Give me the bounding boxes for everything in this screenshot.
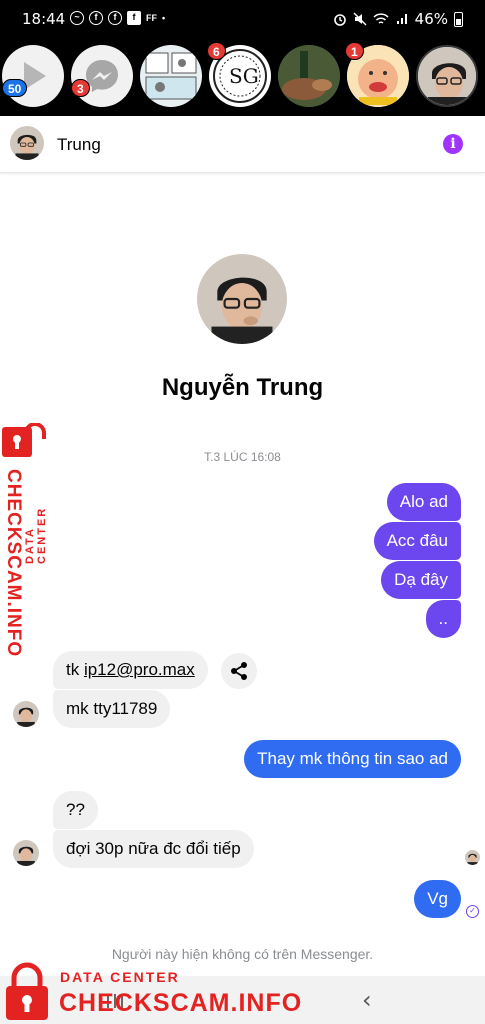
incoming-message[interactable]: mk tty11789 xyxy=(53,690,171,728)
battery-icon xyxy=(454,11,463,27)
wifi-icon xyxy=(373,13,389,24)
share-icon xyxy=(231,662,247,680)
lock-icon xyxy=(6,962,48,1020)
watermark-data-center: DATA CENTER xyxy=(24,506,48,564)
play-store-head[interactable] xyxy=(2,45,64,107)
info-icon[interactable]: i xyxy=(443,134,463,154)
trung-avatar xyxy=(418,47,476,105)
ff-icon: FF xyxy=(146,13,157,23)
watermark-bottom: DATA CENTER CHECKSCAM.INFO xyxy=(0,958,303,1024)
system-icons: 46% xyxy=(333,10,463,28)
svg-text:SG: SG xyxy=(229,64,259,88)
outgoing-message[interactable]: Vg xyxy=(414,880,461,918)
head-badge: 3 xyxy=(71,79,90,97)
outgoing-message[interactable]: Dạ đây xyxy=(381,561,461,599)
outgoing-message[interactable]: Thay mk thông tin sao ad xyxy=(244,740,461,778)
watermark-data-center: DATA CENTER xyxy=(60,969,180,985)
status-bar: 18:44 ~ f f f FF • 46% xyxy=(0,0,485,36)
sender-avatar xyxy=(13,840,39,866)
seen-avatar xyxy=(465,850,480,865)
watermark-checkscam: CHECKSCAM.INFO xyxy=(59,989,303,1017)
comic-image xyxy=(145,52,197,100)
trung-avatar xyxy=(13,840,39,866)
outgoing-message[interactable]: .. xyxy=(425,600,461,638)
message-text: tk xyxy=(66,660,84,679)
watermark-checkscam: CHECKSCAM.INFO xyxy=(3,469,24,658)
trung-avatar xyxy=(10,126,44,160)
alarm-icon xyxy=(333,14,346,26)
head-badge: 50 xyxy=(2,79,28,97)
incoming-message[interactable]: ?? xyxy=(53,791,98,829)
outgoing-message[interactable]: Alo ad xyxy=(386,483,461,521)
messenger-icon: ~ xyxy=(70,11,84,25)
profile-picture xyxy=(197,254,287,344)
profile-name: Nguyễn Trung xyxy=(161,374,324,401)
header-title[interactable]: Trung xyxy=(57,135,101,155)
trung-avatar xyxy=(465,850,480,865)
incoming-message[interactable]: tk ip12@pro.max xyxy=(53,651,208,689)
conversation-header: Trung i xyxy=(0,116,485,173)
play-icon xyxy=(24,62,46,90)
chat-head-trung[interactable] xyxy=(416,45,478,107)
lock-icon xyxy=(2,423,46,457)
incoming-message[interactable]: đợi 30p nữa đc đổi tiếp xyxy=(53,830,254,868)
trung-avatar xyxy=(197,254,287,344)
notification-icons: ~ f f f FF • xyxy=(70,11,165,25)
outgoing-message[interactable]: Acc đâu xyxy=(373,522,461,560)
facebook-icon: f xyxy=(108,11,122,25)
watermark-side: DATA CENTER CHECKSCAM.INFO xyxy=(2,423,54,658)
delivered-check-icon: ✓ xyxy=(466,905,479,918)
head-badge: 6 xyxy=(207,42,226,60)
sender-avatar xyxy=(13,701,39,727)
signal-icon xyxy=(396,14,407,24)
head-badge: 1 xyxy=(345,42,364,60)
trung-avatar xyxy=(13,701,39,727)
food-photo xyxy=(278,45,340,107)
chat-head-3[interactable] xyxy=(140,45,202,107)
facebook-square-icon: f xyxy=(127,11,141,25)
messenger-head[interactable] xyxy=(71,45,133,107)
email-link[interactable]: ip12@pro.max xyxy=(84,660,195,679)
message-timestamp: T.3 LÚC 16:08 xyxy=(204,450,281,464)
status-time: 18:44 xyxy=(22,10,66,28)
battery-percent: 46% xyxy=(414,10,448,28)
dot-icon: • xyxy=(162,13,166,23)
messenger-icon xyxy=(86,60,118,92)
back-icon[interactable]: ‹ xyxy=(362,986,372,1014)
chat-head-5[interactable] xyxy=(278,45,340,107)
header-avatar[interactable] xyxy=(10,126,44,160)
mute-icon xyxy=(353,12,367,26)
share-button[interactable] xyxy=(221,653,257,689)
facebook-icon: f xyxy=(89,11,103,25)
chat-heads-bar: 50 3 SG 6 1 xyxy=(0,36,485,116)
